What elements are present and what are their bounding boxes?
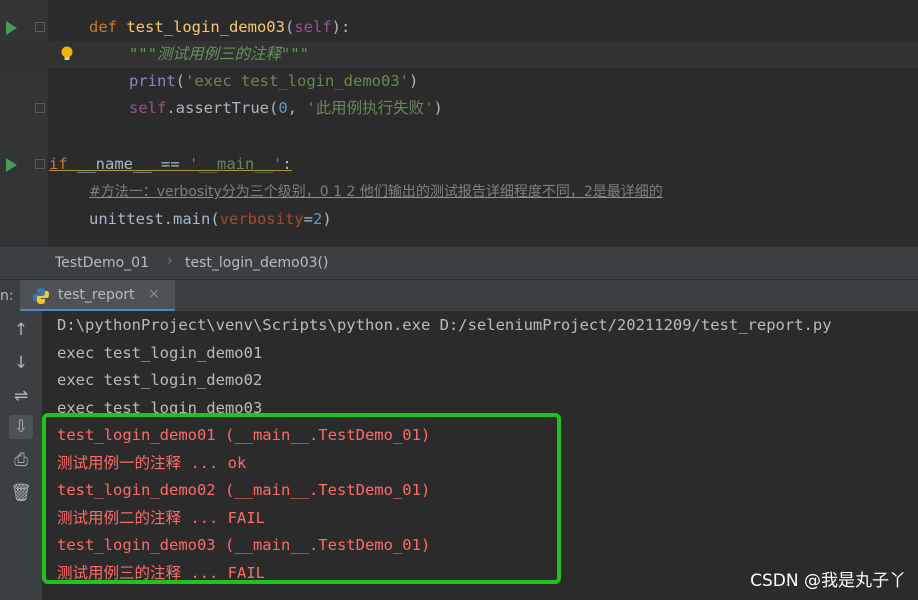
paren-close: ) [408,72,419,90]
comma: , [287,99,307,117]
run-tab-test-report[interactable]: test_report × [20,280,175,312]
run-label-prefix: n: [0,288,14,304]
code-line-unittest-main[interactable]: unittest.main(verbosity=2) [0,206,918,233]
breadcrumb-class[interactable]: TestDemo_01 [55,255,149,271]
highlight-box [42,413,561,584]
code-line-comment[interactable]: #方法一：verbosity分为三个级别，0 1 2 他们输出的测试报告详细程度… [0,179,918,206]
watermark: CSDN @我是丸子丫 [750,571,906,591]
fold-icon[interactable] [35,22,45,32]
keyword-def: def [89,18,127,36]
console-toolbar: ↑ ↓ ⇌ ⇩ ⎙ 🗑 [0,311,42,600]
string-literal: '__main__' [189,155,283,173]
fold-icon[interactable] [35,103,45,113]
equals: = [303,210,313,228]
run-test-icon[interactable] [6,21,17,35]
paren-open: ( [175,72,186,90]
code-line-if-main[interactable]: if __name__ == '__main__': [0,151,918,178]
soft-wrap-icon[interactable]: ⇌ [9,384,33,408]
fold-icon[interactable] [35,159,45,169]
run-main-icon[interactable] [6,158,17,172]
python-icon [33,288,49,304]
print-icon[interactable]: ⎙ [9,448,33,472]
keyword-arg: verbosity [219,210,304,228]
number-literal: 2 [313,210,323,228]
function-name: test_login_demo03 [126,18,285,36]
scroll-to-end-icon[interactable]: ⇩ [9,415,33,439]
close-tab-icon[interactable]: × [148,286,160,302]
lightbulb-icon[interactable] [60,46,74,62]
tab-label: test_report [58,287,135,303]
down-arrow-icon[interactable]: ↓ [9,351,33,375]
keyword-if: if [49,155,68,173]
call-unittest-main: unittest.main( [89,210,220,228]
console-line-stdout: exec test_login_demo01 [57,344,263,362]
breadcrumb: TestDemo_01 › test_login_demo03() [0,246,918,280]
code-line-docstring[interactable]: """测试用例三的注释""" [0,41,918,68]
number-literal: 0 [278,99,288,117]
string-literal: 'exec test_login_demo03' [185,72,409,90]
trash-icon[interactable]: 🗑 [9,481,33,505]
breadcrumb-method[interactable]: test_login_demo03() [185,255,328,271]
self-param: self [294,18,332,36]
comment: #方法一：verbosity分为三个级别，0 1 2 他们输出的测试报告详细程度… [89,184,663,200]
code-editor[interactable]: def test_login_demo03(self): """测试用例三的注释… [0,0,918,246]
paren-close: ) [433,99,443,117]
console-line-stdout: exec test_login_demo02 [57,371,263,389]
paren-open: ( [284,18,295,36]
code-line-assert[interactable]: self.assertTrue(0, '此用例执行失败') [0,95,918,122]
method-call: .assertTrue( [166,99,279,117]
console-line-command: D:\pythonProject\venv\Scripts\python.exe… [57,316,832,334]
run-tool-window-header: n: test_report × [0,279,918,312]
paren-close: ): [331,18,351,36]
paren-close: ) [322,210,332,228]
code-line-def[interactable]: def test_login_demo03(self): [0,14,918,41]
name-compare: __name__ == [67,155,189,173]
code-line-print[interactable]: print('exec test_login_demo03') [0,68,918,95]
docstring: """测试用例三的注释""" [129,45,309,63]
up-arrow-icon[interactable]: ↑ [9,318,33,342]
breadcrumb-separator: › [167,253,173,269]
builtin-print: print [129,72,176,90]
self-ref: self [129,99,167,117]
colon: : [282,155,292,173]
string-literal: '此用例执行失败' [306,99,434,117]
